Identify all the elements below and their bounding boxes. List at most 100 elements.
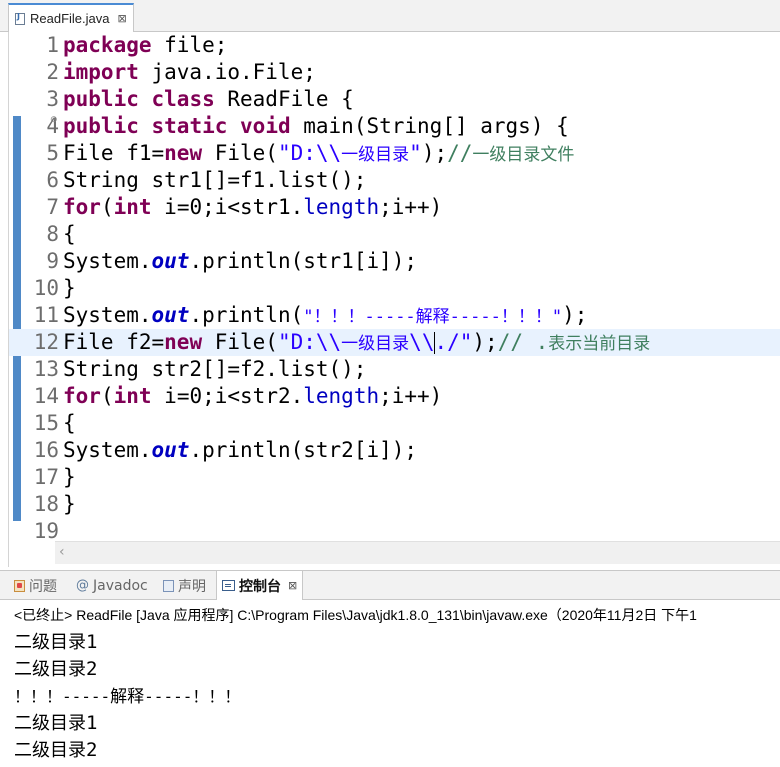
string-literal: "！！！----- [303,307,416,327]
line-number: 6 [46,168,59,192]
code-line: 10 } [9,275,780,302]
chevron-left-icon[interactable]: ‹ [59,544,65,560]
keyword: static [151,114,228,138]
keyword: for [63,195,101,219]
console-line: 二级目录1 [14,709,97,735]
output-text: 二级目录 [14,740,86,761]
problems-icon [14,579,25,592]
keyword: for [63,384,101,408]
string-literal: "D:\\ [277,141,342,165]
line-number: 3 [46,87,59,111]
tab-javadoc[interactable]: @ Javadoc [76,571,148,600]
close-icon[interactable]: ⊠ [288,579,297,592]
code-line: 2 import java.io.File; [9,59,780,86]
keyword: import [63,60,139,84]
editor-tab-bar: ReadFile.java ⊠ [0,0,780,32]
line-number: 14 [33,384,59,408]
fold-toggle-icon[interactable]: ⊖ [50,115,58,125]
code-line: 4 ⊖ public static void main(String[] arg… [9,113,780,140]
line-number: 1 [46,33,59,57]
horizontal-scrollbar[interactable]: ‹ [55,541,780,564]
output-text: 2 [86,658,98,680]
line-number: 9 [46,249,59,273]
declaration-icon [163,579,174,592]
code-line: 1 package file; [9,32,780,59]
console-icon [222,580,235,591]
code-text: public static void main(String[] args) { [63,113,569,140]
code-text: String str1[]=f1.list(); [63,168,367,192]
comment: // . [497,330,549,354]
code-line: 18 } [9,491,780,518]
code-line: 6 String str1[]=f1.list(); [9,167,780,194]
keyword: new [164,330,203,354]
code-part: File f2= [63,330,165,354]
code-line: 3 public class ReadFile { [9,86,780,113]
tab-problems[interactable]: 问题 [14,571,57,600]
console-line: 二级目录2 [14,736,97,762]
tab-label: 控制台 [239,578,281,595]
line-number: 16 [33,438,59,462]
field: length [303,195,380,219]
code-part: File( [202,330,278,354]
code-line: 5 File f1=new File("D:\\一级目录");//一级目录文件 [9,140,780,167]
code-part: System. [63,249,152,273]
code-part: System. [63,303,152,327]
console-line: ！！！-----解释-----！！！ [14,682,240,707]
tab-declaration[interactable]: 声明 [163,571,206,600]
editor-tab-readfile[interactable]: ReadFile.java ⊠ [8,3,134,32]
code-part: ;i++) [379,195,443,219]
code-part: ); [472,330,498,354]
javadoc-icon: @ [76,578,89,593]
line-number: 19 [33,519,59,543]
string-literal: 解释 [415,307,450,327]
tab-label: Javadoc [93,577,148,594]
code-rest: java.io.File; [138,60,316,84]
code-part: ); [421,141,448,165]
code-text: System.out.println(str1[i]); [63,248,417,275]
code-text: { [63,411,76,435]
code-text: File f2=new File("D:\\一级目录\\./");// .表示当… [63,329,650,358]
console-output[interactable]: <已终止> ReadFile [Java 应用程序] C:\Program Fi… [0,600,780,767]
comment: 表示当前目录 [548,334,651,354]
output-text: 1 [86,712,98,734]
code-line: 13 String str2[]=f2.list(); [9,356,780,383]
code-line: 15 { [9,410,780,437]
line-number: 7 [46,195,59,219]
keyword: void [240,114,291,138]
code-part: i=0;i<str2. [151,384,304,408]
line-number: 8 [46,222,59,246]
keyword: public [63,114,139,138]
string-literal: "D:\\ [277,330,342,354]
keyword: new [164,141,203,165]
tab-console[interactable]: 控制台 ⊠ [216,571,304,600]
code-part: .println( [189,303,304,327]
console-status-line: <已终止> ReadFile [Java 应用程序] C:\Program Fi… [14,607,697,623]
code-rest: main(String[] args) { [290,114,569,138]
string-literal: 一级目录 [341,334,410,354]
code-text: package file; [63,32,227,59]
line-number: 12 [33,330,59,354]
code-text: File f1=new File("D:\\一级目录");//一级目录文件 [63,140,574,169]
output-text: 解释 [110,687,145,707]
output-text: ！！！----- [14,687,111,706]
editor-tab-label: ReadFile.java [30,11,110,26]
field: out [151,303,190,327]
string-literal: -----！！！" [449,307,563,327]
output-text: 二级目录 [14,632,86,653]
tab-label: 问题 [29,578,57,595]
code-text: public class ReadFile { [63,86,354,113]
code-text: System.out.println("！！！-----解释-----！！！")… [63,302,587,331]
string-literal: \\ [409,330,435,354]
keyword: class [151,87,215,111]
keyword: int [113,195,152,219]
code-text: for(int i=0;i<str1.length;i++) [63,194,442,221]
code-text: } [63,276,76,300]
code-text: System.out.println(str2[i]); [63,437,417,464]
code-text: } [63,465,76,489]
code-part: ;i++) [379,384,443,408]
code-part: File f1= [63,141,165,165]
close-icon[interactable]: ⊠ [118,12,127,25]
code-editor[interactable]: 1 package file; 2 import java.io.File; 3… [8,32,780,567]
line-number: 5 [46,141,59,165]
keyword: public [63,87,139,111]
